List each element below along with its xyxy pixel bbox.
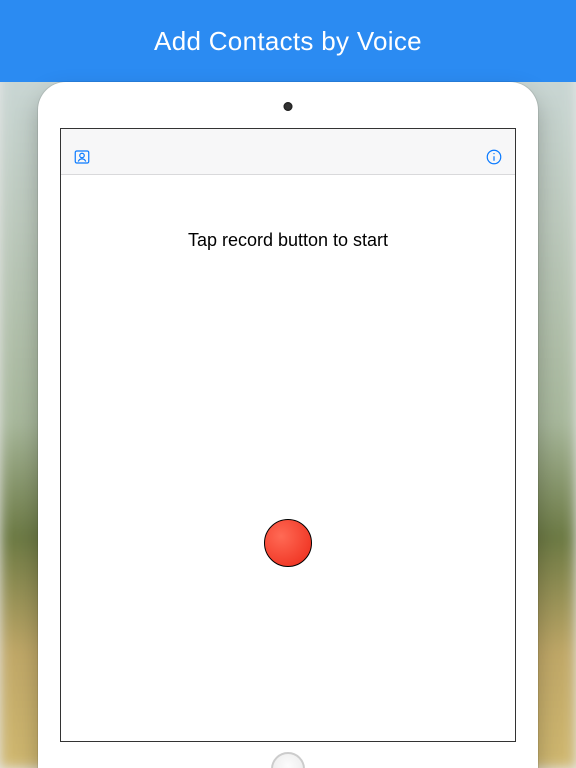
- ipad-frame: Tap record button to start: [38, 82, 538, 768]
- record-button[interactable]: [264, 519, 312, 567]
- home-button[interactable]: [271, 752, 305, 768]
- contact-card-icon[interactable]: [71, 146, 93, 168]
- main-content: Tap record button to start: [61, 175, 515, 741]
- promo-screenshot: Add Contacts by Voice: [0, 0, 576, 768]
- banner-title: Add Contacts by Voice: [154, 26, 422, 57]
- toolbar: [61, 139, 515, 175]
- device-camera: [284, 102, 293, 111]
- app-screen: Tap record button to start: [60, 128, 516, 742]
- instruction-text: Tap record button to start: [61, 230, 515, 251]
- info-icon[interactable]: [483, 146, 505, 168]
- banner: Add Contacts by Voice: [0, 0, 576, 82]
- status-bar: [61, 129, 515, 139]
